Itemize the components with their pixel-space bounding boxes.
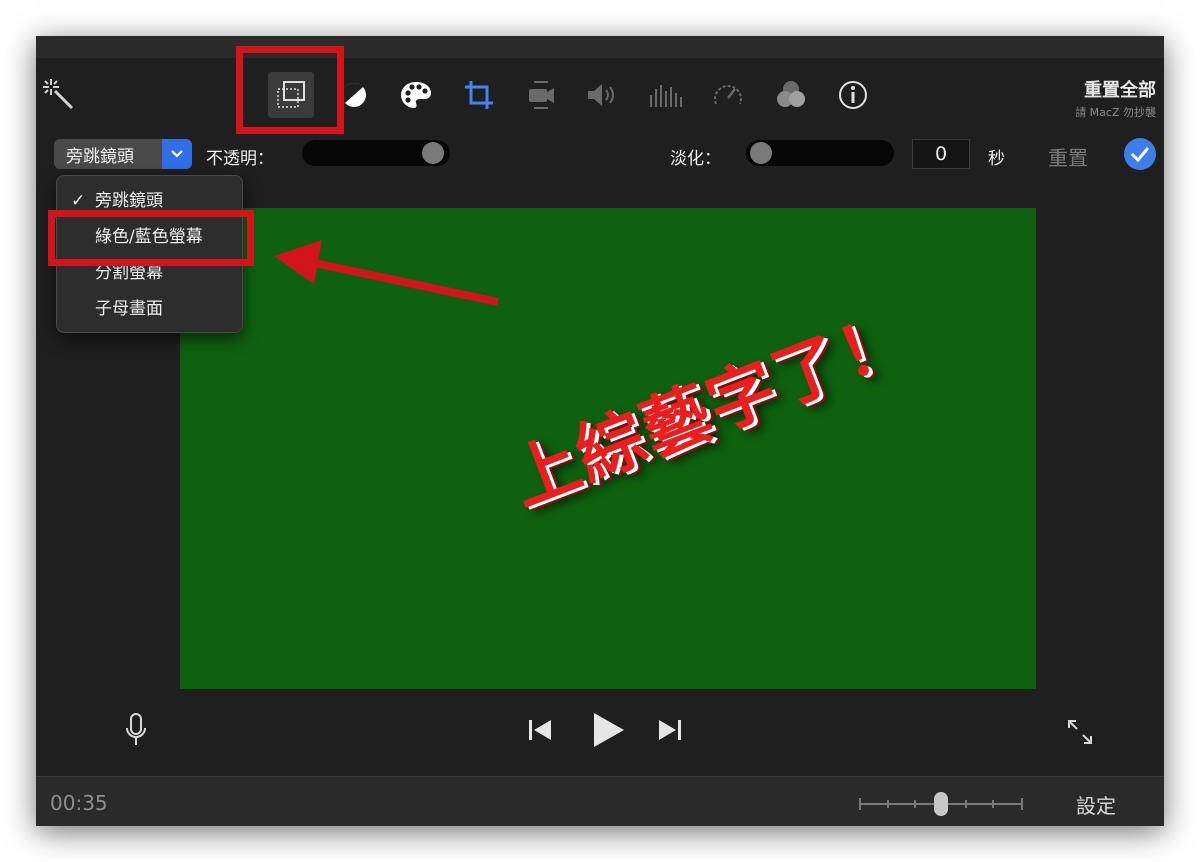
menu-item-label: 分割螢幕 <box>95 263 163 283</box>
speed-icon[interactable] <box>705 72 751 118</box>
noise-reduction-icon[interactable] <box>768 72 814 118</box>
settings-button[interactable]: 設定 <box>1076 790 1116 819</box>
opacity-label: 不透明： <box>206 149 274 169</box>
adjustment-toolbar: 重置全部 請 MacZ 勿抄襲 <box>36 58 1164 134</box>
fade-label: 淡化： <box>670 149 721 169</box>
zoom-slider[interactable] <box>858 791 1024 817</box>
fade-slider-knob[interactable] <box>750 142 772 164</box>
crop-icon[interactable] <box>456 72 502 118</box>
annotation-arrow-icon <box>274 240 499 306</box>
opacity-slider[interactable] <box>302 140 450 166</box>
title-strip <box>36 36 1164 58</box>
skip-forward-icon[interactable] <box>654 714 686 746</box>
imovie-window: 重置全部 請 MacZ 勿抄襲 旁跳鏡頭 不透明： 淡化： 0 秒 重置 上綜藝… <box>36 36 1164 826</box>
microphone-icon[interactable] <box>120 710 152 750</box>
fade-duration-field[interactable]: 0 <box>912 139 970 169</box>
info-icon[interactable] <box>830 72 876 118</box>
chevron-down-icon[interactable] <box>162 139 192 169</box>
timecode: 00:35 <box>50 791 108 815</box>
volume-icon[interactable] <box>579 72 625 118</box>
reset-all-button[interactable]: 重置全部 <box>1084 76 1156 102</box>
stabilization-icon[interactable] <box>518 72 564 118</box>
equalizer-icon[interactable] <box>642 72 688 118</box>
fade-slider[interactable] <box>746 140 894 166</box>
play-icon[interactable] <box>586 710 630 750</box>
menu-item-label: 子母畫面 <box>95 299 163 319</box>
overlay-style-select[interactable]: 旁跳鏡頭 <box>54 139 192 169</box>
menu-item-label: 旁跳鏡頭 <box>95 191 163 211</box>
fullscreen-icon[interactable] <box>1062 714 1098 750</box>
opacity-slider-knob[interactable] <box>422 142 444 164</box>
color-palette-icon[interactable] <box>393 72 439 118</box>
playback-bar <box>36 696 1164 776</box>
reset-button[interactable]: 重置 <box>1048 142 1088 171</box>
apply-checkmark-button[interactable] <box>1124 138 1156 170</box>
watermark-text: 請 MacZ 勿抄襲 <box>1075 106 1156 119</box>
highlight-box-green-screen <box>48 210 254 266</box>
menu-item-picture-in-picture[interactable]: 子母畫面 <box>57 292 242 326</box>
overlay-controls: 旁跳鏡頭 不透明： 淡化： 0 秒 重置 <box>36 134 1164 178</box>
skip-back-icon[interactable] <box>524 714 556 746</box>
status-bar: 00:35 設定 <box>36 776 1164 826</box>
overlay-title-text: 上綜藝字了！ <box>500 297 921 522</box>
magic-wand-icon[interactable] <box>36 72 82 118</box>
overlay-style-value: 旁跳鏡頭 <box>66 146 134 167</box>
highlight-box-overlay-icon <box>236 46 344 134</box>
fade-unit-label: 秒 <box>988 149 1005 169</box>
